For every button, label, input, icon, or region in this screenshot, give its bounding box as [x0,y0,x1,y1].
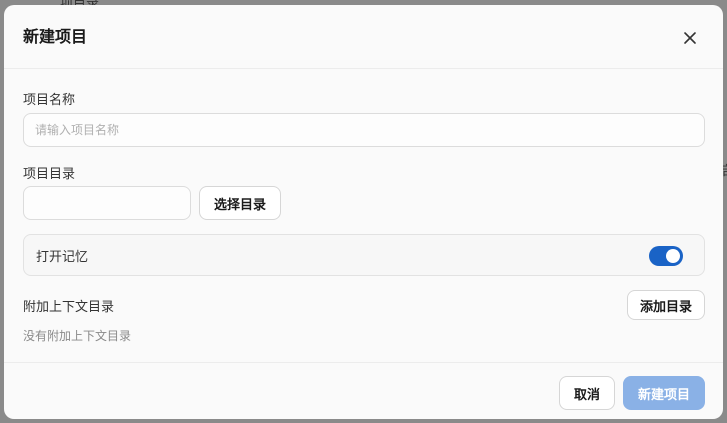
dialog-footer: 取消 新建项目 [4,362,723,419]
add-directory-button[interactable]: 添加目录 [627,290,705,320]
dialog-header: 新建项目 [4,5,723,69]
context-dirs-label: 附加上下文目录 [23,300,115,315]
dialog-title: 新建项目 [23,27,88,46]
project-name-input[interactable] [23,113,705,147]
context-dirs-empty-text: 没有附加上下文目录 [23,329,132,343]
create-project-button[interactable]: 新建项目 [623,376,705,410]
project-dir-input[interactable] [23,186,191,220]
project-name-label: 项目名称 [23,93,76,108]
toggle-knob [666,249,680,263]
choose-directory-button[interactable]: 选择目录 [199,186,281,220]
memory-setting-card: 打开记忆 [23,234,705,276]
cancel-button[interactable]: 取消 [559,376,615,410]
project-dir-label: 项目目录 [23,167,76,182]
memory-label: 打开记忆 [36,250,89,265]
new-project-dialog: 新建项目 项目名称 项目目录 选择目录 打开记忆 附加上下文目录 添加目录 没有… [4,5,723,419]
memory-toggle[interactable] [649,246,683,266]
close-icon[interactable] [680,28,700,48]
